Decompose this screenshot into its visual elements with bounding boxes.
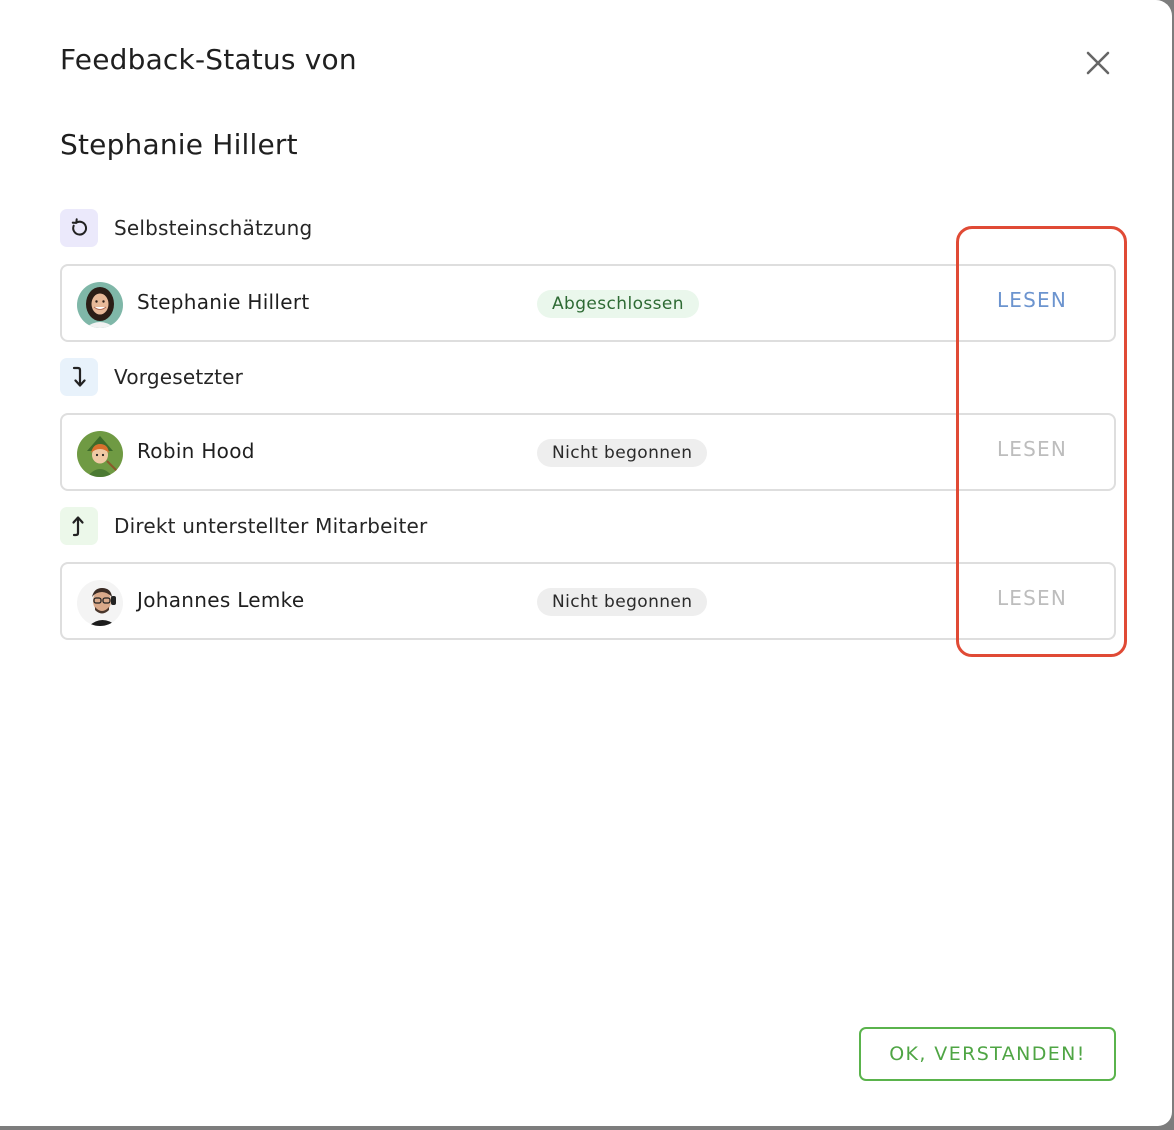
dialog-subtitle-person: Stephanie Hillert xyxy=(60,128,298,161)
section-label: Selbsteinschätzung xyxy=(114,216,313,240)
section-self-assessment: Selbsteinschätzung xyxy=(60,209,312,247)
avatar xyxy=(77,282,123,328)
status-badge: Nicht begonnen xyxy=(537,439,708,467)
section-label: Vorgesetzter xyxy=(114,365,244,389)
rotate-ccw-icon xyxy=(60,209,98,247)
person-name: Johannes Lemke xyxy=(137,588,305,612)
status-badge: Nicht begonnen xyxy=(537,588,708,616)
close-icon xyxy=(1086,51,1110,75)
section-supervisor: Vorgesetzter xyxy=(60,358,243,396)
arrow-down-turn-icon xyxy=(60,358,98,396)
dialog-title: Feedback-Status von xyxy=(60,43,357,76)
avatar xyxy=(77,580,123,626)
feedback-status-dialog: Feedback-Status von Stephanie Hillert Se… xyxy=(0,0,1172,1126)
highlight-annotation xyxy=(956,226,1127,657)
close-button[interactable] xyxy=(1080,45,1116,81)
section-label: Direkt unterstellter Mitarbeiter xyxy=(114,514,428,538)
section-direct-report: Direkt unterstellter Mitarbeiter xyxy=(60,507,427,545)
status-badge: Abgeschlossen xyxy=(537,290,699,318)
arrow-up-turn-icon xyxy=(60,507,98,545)
person-name: Stephanie Hillert xyxy=(137,290,310,314)
avatar xyxy=(77,431,123,477)
person-name: Robin Hood xyxy=(137,439,255,463)
confirm-button[interactable]: OK, VERSTANDEN! xyxy=(859,1027,1116,1081)
